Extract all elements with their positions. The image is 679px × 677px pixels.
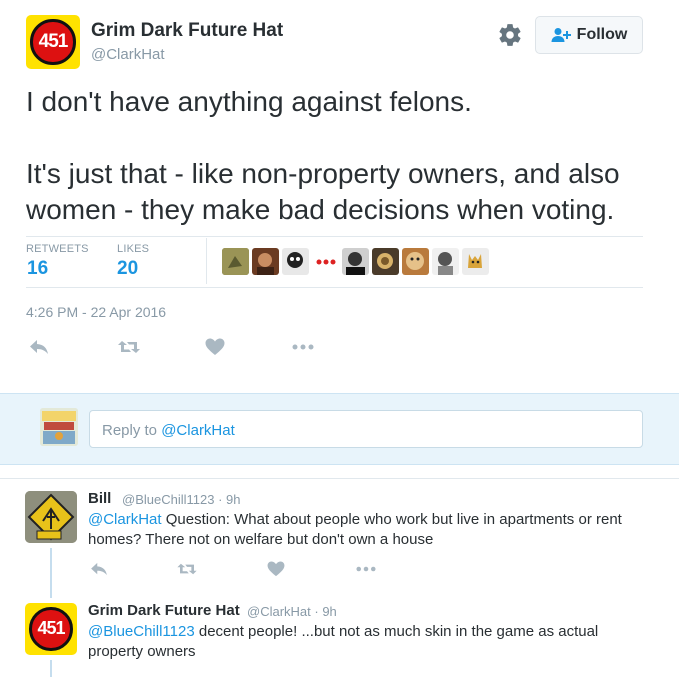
reply-divider [0,478,679,479]
more-icon[interactable] [291,337,315,357]
avatar-text: 451 [38,30,69,52]
liker-avatar[interactable] [252,248,279,275]
liker-avatar[interactable] [342,248,369,275]
liker-avatar[interactable] [312,248,339,275]
reply-author-handle[interactable]: @BlueChill1123 [122,492,214,507]
reply-time[interactable]: 9h [226,492,240,507]
avatar-text: 451 [37,618,65,639]
author-name[interactable]: Grim Dark Future Hat [91,20,283,42]
thread-line [50,660,52,677]
retweet-icon[interactable] [175,560,199,578]
reply-input[interactable]: Reply to @ClarkHat [89,410,643,448]
author-avatar[interactable]: 451 [26,15,80,69]
follow-label: Follow [576,26,628,43]
liker-avatar[interactable] [282,248,309,275]
reply-author-meta: @BlueChill1123 · 9h [122,492,241,507]
author-handle[interactable]: @ClarkHat [91,46,165,63]
retweets-count[interactable]: 16 [27,258,48,280]
reply-mention[interactable]: @ClarkHat [88,511,162,528]
reply-icon[interactable] [88,560,110,578]
reply-author-name[interactable]: Grim Dark Future Hat [88,602,240,619]
stats-bottom-divider [26,287,643,288]
reply-icon[interactable] [28,337,50,357]
reply-mention[interactable]: @BlueChill1123 [88,623,195,640]
liker-avatar[interactable] [462,248,489,275]
reply-author-avatar[interactable]: 451 [25,603,77,655]
retweet-icon[interactable] [117,337,141,357]
likes-label: LIKES [117,243,150,255]
tweet-text: I don't have anything against felons. It… [26,86,620,225]
reply-author-avatar[interactable] [25,491,77,543]
add-user-icon [551,28,571,42]
liker-avatar[interactable] [402,248,429,275]
reply-text: @BlueChill1123 decent people! ...but not… [88,622,648,662]
stats-top-divider [26,236,643,237]
reply-author-meta: @ClarkHat · 9h [247,604,337,619]
gear-icon[interactable] [497,22,523,48]
retweets-label: RETWEETS [26,243,89,255]
liker-avatar[interactable] [432,248,459,275]
reply-text: @ClarkHat Question: What about people wh… [88,510,648,550]
reply-time[interactable]: 9h [322,604,336,619]
reply-body: Question: What about people who work but… [88,511,622,548]
reply-author-handle[interactable]: @ClarkHat [247,604,311,619]
reply-input-prefix: Reply to [102,422,162,439]
heart-icon[interactable] [204,337,226,357]
reply-input-mention: @ClarkHat [161,422,235,439]
liker-avatars [222,248,489,275]
more-icon[interactable] [354,560,378,578]
likes-count[interactable]: 20 [117,258,138,280]
liker-avatar[interactable] [372,248,399,275]
follow-button[interactable]: Follow [535,16,643,54]
liker-avatar[interactable] [222,248,249,275]
heart-icon[interactable] [265,560,287,578]
thread-line [50,548,52,598]
stats-separator [206,238,207,284]
tweet-timestamp[interactable]: 4:26 PM - 22 Apr 2016 [26,304,166,320]
current-user-avatar[interactable] [40,408,78,446]
reply-author-name[interactable]: Bill [88,490,111,507]
